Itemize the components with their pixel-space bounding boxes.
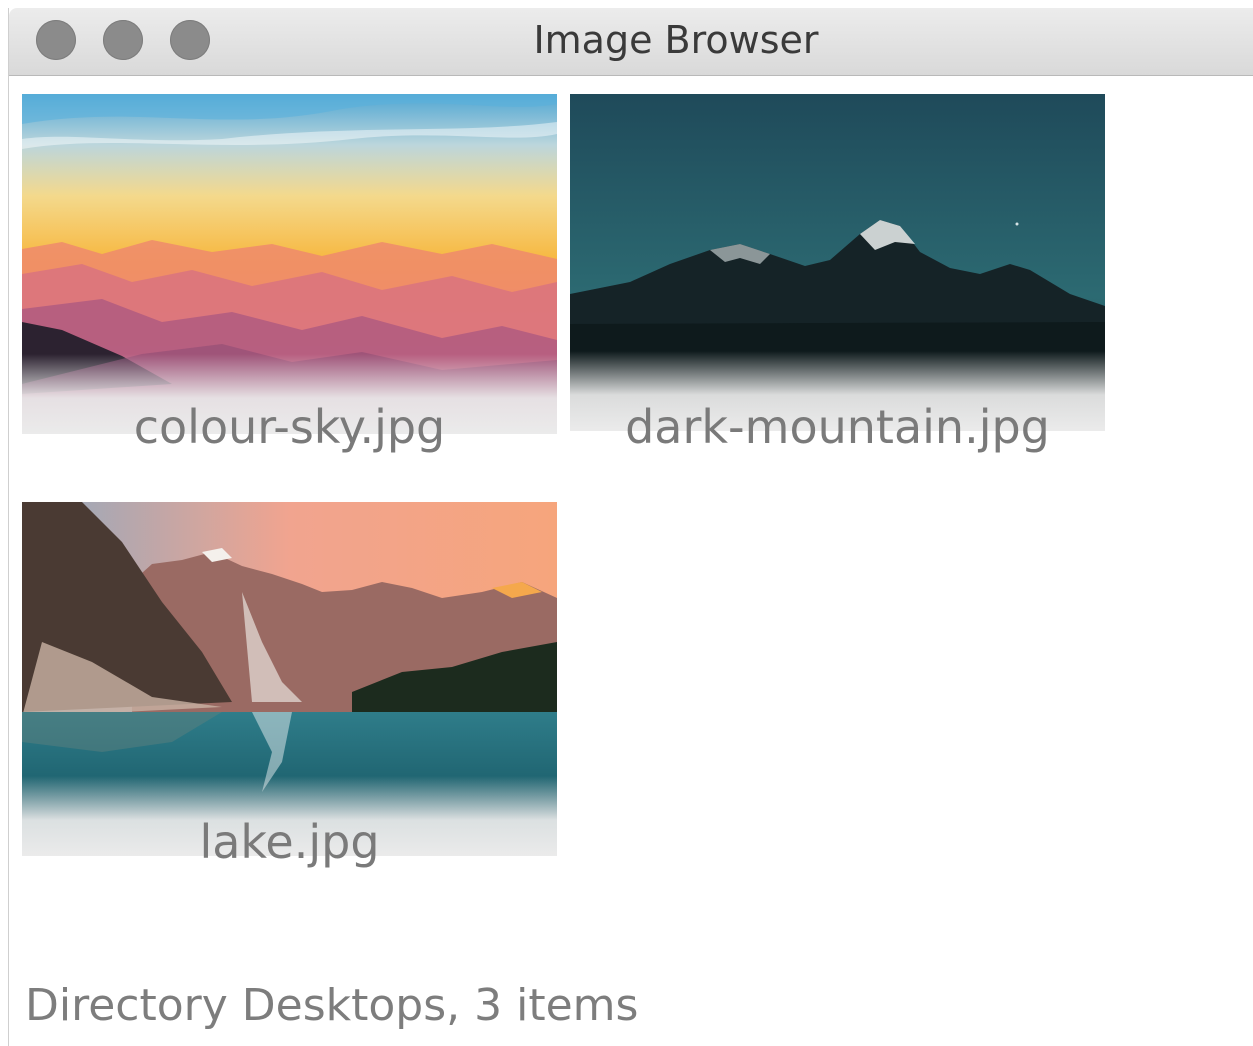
thumbnail-colour-sky[interactable] (22, 94, 557, 434)
thumbnail-label-lake: lake.jpg (199, 815, 380, 869)
thumbnail-lake[interactable] (22, 502, 557, 856)
title-bar[interactable]: Image Browser (9, 8, 1253, 76)
status-bar-text: Directory Desktops, 3 items (25, 980, 639, 1031)
window-title: Image Browser (533, 18, 819, 62)
thumbnail-label-colour-sky: colour-sky.jpg (133, 400, 446, 454)
thumbnail-label-dark-mountain: dark-mountain.jpg (625, 400, 1050, 454)
thumbnail-dark-mountain[interactable] (570, 94, 1105, 431)
image-browser-window: Image Browser colour-sky.jpg dark-mounta… (8, 8, 1253, 1046)
